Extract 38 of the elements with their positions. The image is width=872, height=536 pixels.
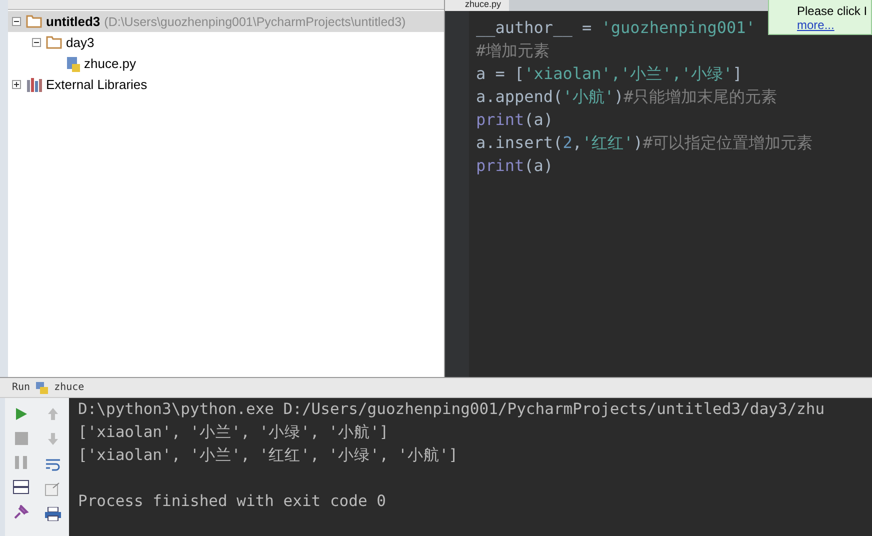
console-line: ['xiaolan', '小兰', '小绿', '小航'] xyxy=(78,422,390,443)
code-line: print(a) xyxy=(476,155,554,177)
collapse-icon[interactable] xyxy=(30,38,42,47)
python-file-icon xyxy=(66,56,80,72)
console-line: ['xiaolan', '小兰', '红红', '小绿', '小航'] xyxy=(78,445,459,466)
code-line: a.append('小航')#只能增加末尾的元素 xyxy=(476,86,778,108)
run-icon[interactable] xyxy=(14,407,28,421)
python-icon xyxy=(36,382,48,394)
editor-tab[interactable]: zhuce.py xyxy=(445,0,510,11)
code-line: print(a) xyxy=(476,109,554,131)
project-path: (D:\Users\guozhenping001\PycharmProjects\untitled3) xyxy=(104,14,406,28)
expand-icon[interactable] xyxy=(10,80,22,89)
tree-item-label: External Libraries xyxy=(46,77,148,92)
code-line: a = ['xiaolan','小兰','小绿'] xyxy=(476,63,744,85)
console-line: D:\python3\python.exe D:/Users/guozhenping001/PycharmProjects/untitled3/day3/zhu xyxy=(78,399,826,420)
run-label: Run xyxy=(12,382,30,393)
tree-item-label: day3 xyxy=(66,35,94,50)
layout-icon[interactable] xyxy=(13,480,29,494)
tree-item[interactable]: External Libraries xyxy=(8,74,444,95)
tree-item[interactable]: zhuce.py xyxy=(48,53,444,74)
tree-item-label: zhuce.py xyxy=(84,56,136,71)
tree-item[interactable]: untitled3 (D:\Users\guozhenping001\PycharmProjects\untitled3) xyxy=(8,11,444,32)
soft-wrap-icon[interactable] xyxy=(45,457,61,471)
print-icon[interactable] xyxy=(45,507,61,521)
code-line: #增加元素 xyxy=(476,40,551,62)
collapse-icon[interactable] xyxy=(10,17,22,26)
more-link[interactable]: more... xyxy=(797,18,867,32)
pin-icon[interactable] xyxy=(13,505,29,519)
code-line: a.insert(2,'红红')#可以指定位置增加元素 xyxy=(476,132,813,154)
run-config-name: zhuce xyxy=(54,382,84,393)
library-icon xyxy=(26,78,42,92)
exit-message: Process finished with exit code 0 xyxy=(78,491,387,512)
tree-item[interactable]: day3 xyxy=(28,32,444,53)
folder-icon xyxy=(46,36,62,49)
export-icon[interactable] xyxy=(45,482,61,496)
tree-item-label: untitled3 xyxy=(46,14,100,29)
notification-text: Please click I xyxy=(797,4,867,18)
folder-icon xyxy=(26,15,42,28)
